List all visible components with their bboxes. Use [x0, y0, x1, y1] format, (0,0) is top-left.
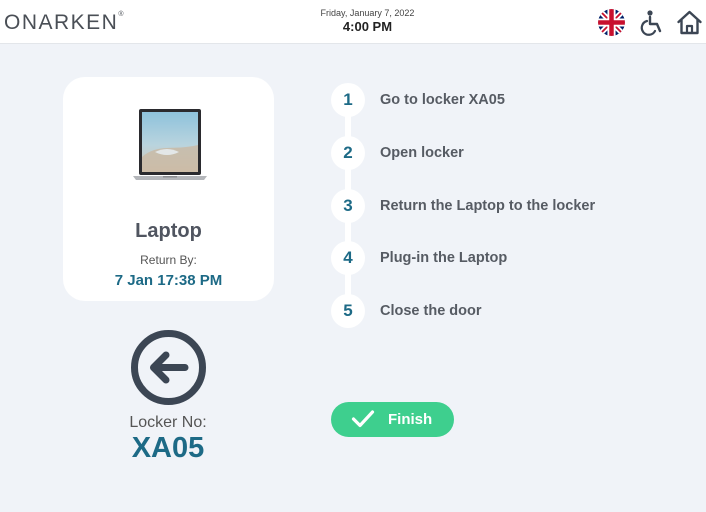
return-by-label: Return By:	[140, 253, 197, 267]
registered-mark: ®	[118, 11, 124, 18]
step-text: Close the door	[380, 303, 482, 319]
back-arrow-icon[interactable]	[130, 329, 207, 406]
return-date: 7 Jan 17:38 PM	[114, 272, 223, 289]
locker-label: Locker No:	[129, 414, 207, 431]
brand-logo: ONARKEN®	[4, 11, 124, 35]
step-number: 4	[331, 241, 365, 275]
step-text: Return the Laptop to the locker	[380, 198, 596, 214]
top-bar: ONARKEN® Friday, January 7, 2022 4:00 PM	[0, 0, 706, 44]
step-number: 3	[331, 189, 365, 223]
uk-flag-icon[interactable]	[598, 9, 625, 36]
item-name: Laptop	[135, 220, 202, 242]
home-icon[interactable]	[676, 9, 703, 36]
item-card: Laptop Return By: 7 Jan 17:38 PM	[63, 77, 274, 301]
step-number: 5	[331, 294, 365, 328]
check-icon	[351, 410, 375, 428]
step-text: Open locker	[380, 145, 464, 161]
accessibility-icon[interactable]	[638, 9, 665, 36]
step-text: Plug-in the Laptop	[380, 250, 508, 266]
step-number: 1	[331, 83, 365, 117]
logo-text: ONARKEN	[4, 11, 119, 34]
finish-button[interactable]: Finish	[331, 402, 454, 437]
finish-label: Finish	[388, 411, 433, 428]
laptop-image	[133, 109, 207, 180]
step-text: Go to locker XA05	[380, 92, 505, 108]
locker-number: XA05	[131, 432, 205, 464]
datetime: Friday, January 7, 2022 4:00 PM	[290, 8, 445, 34]
step-number: 2	[331, 136, 365, 170]
current-time: 4:00 PM	[342, 19, 393, 34]
current-date: Friday, January 7, 2022	[320, 8, 415, 18]
